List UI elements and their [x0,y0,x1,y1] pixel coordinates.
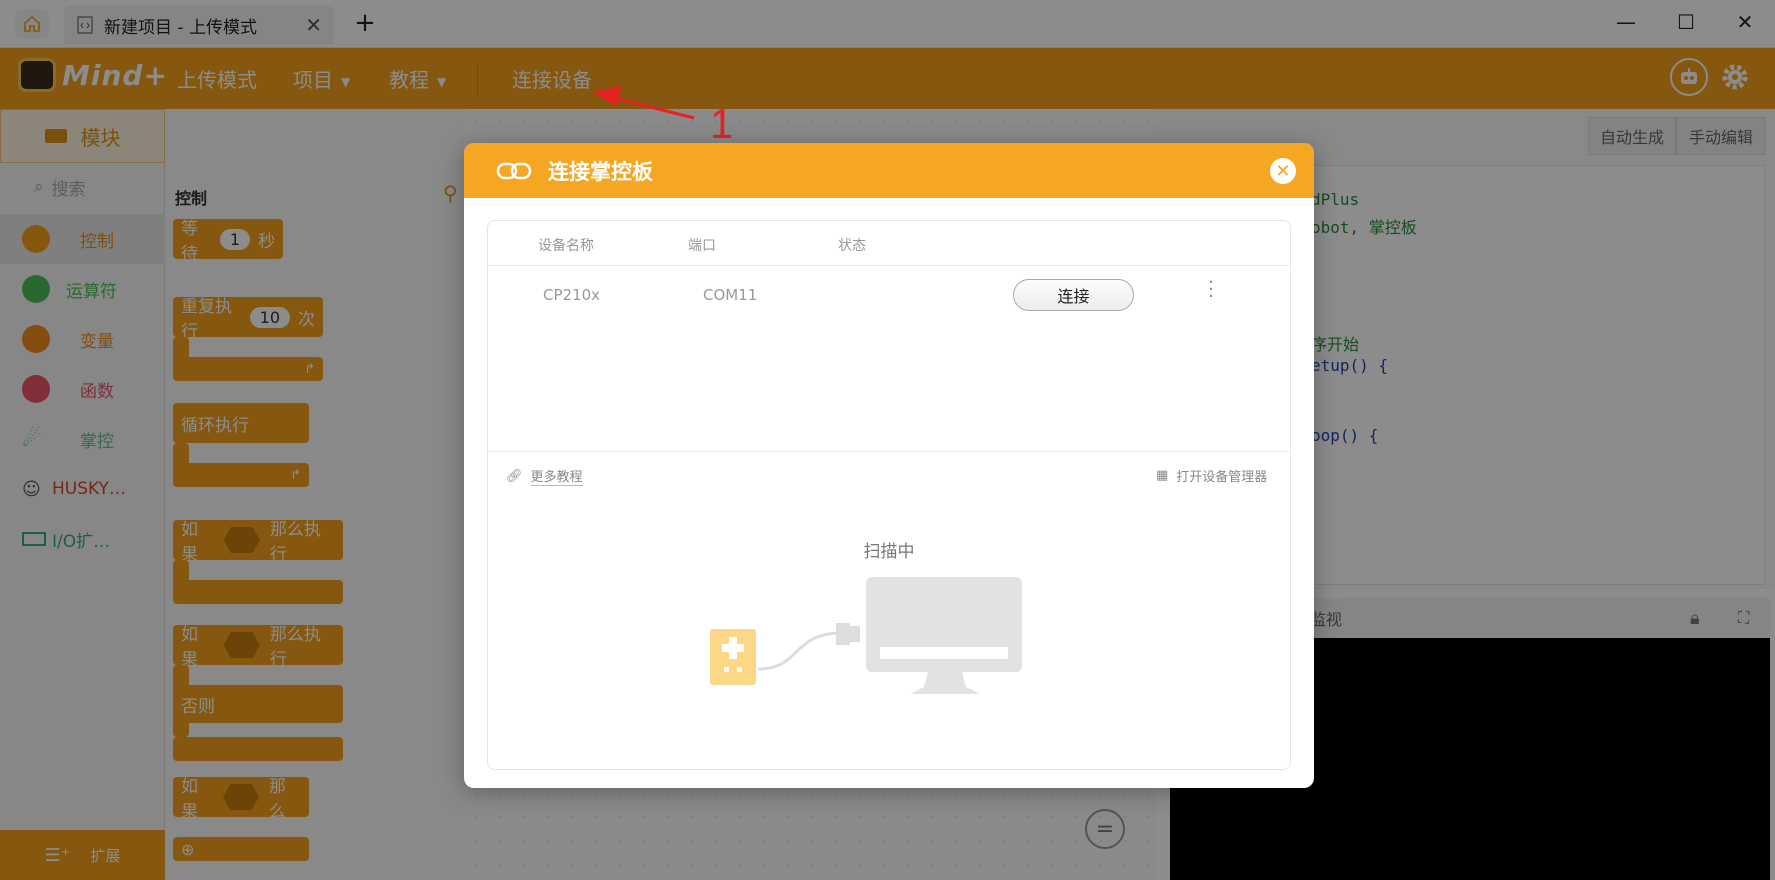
dialog-header: 连接掌控板 ✕ [464,143,1314,198]
device-port-cell: COM11 [703,286,758,304]
device-list-card: 设备名称 端口 状态 CP210x COM11 连接 · · · 🔗︎ 更多教程 ▦… [487,220,1291,770]
divider [488,451,1290,452]
col-port: 端口 [688,238,716,254]
link-small-icon: 🔗︎ [506,468,523,484]
more-tutorials-link[interactable]: 🔗︎ 更多教程 [506,466,583,486]
device-name-cell: CP210x [543,286,601,304]
dialog-title: 连接掌控板 [548,159,653,184]
dialog-close-button[interactable]: ✕ [1270,158,1296,184]
connect-button[interactable]: 连接 [1013,279,1134,311]
more-options-icon[interactable]: · · · [1206,274,1216,306]
col-device-name: 设备名称 [538,238,594,254]
board-to-computer-illustration [710,577,1022,694]
annotation-step-1: 1 [710,100,734,147]
more-tutorials-label: 更多教程 [530,466,583,486]
open-device-manager-link[interactable]: ▦ 打开设备管理器 [1156,466,1267,485]
col-status: 状态 [838,238,866,254]
divider [488,265,1290,266]
device-manager-icon: ▦ [1156,468,1169,483]
connect-board-dialog: 连接掌控板 ✕ 设备名称 端口 状态 CP210x COM11 连接 · · · 🔗… [464,143,1314,788]
scanning-status: 扫描中 [863,542,915,562]
close-icon: ✕ [1275,160,1291,182]
link-icon [496,162,532,179]
open-device-manager-label: 打开设备管理器 [1176,470,1268,485]
